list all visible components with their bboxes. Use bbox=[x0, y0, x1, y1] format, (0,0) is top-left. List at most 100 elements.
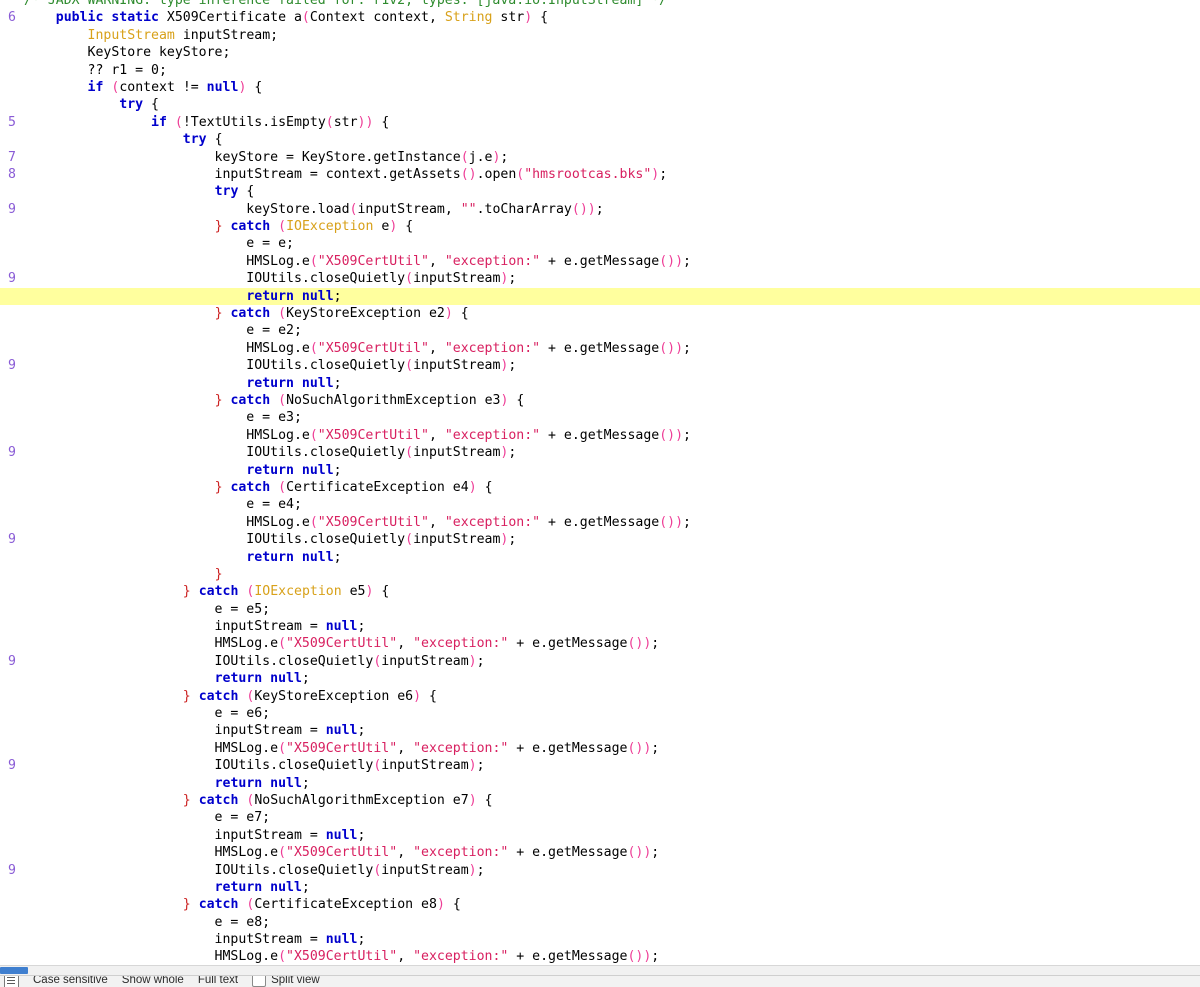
code-line[interactable]: 9 IOUtils.closeQuietly(inputStream); bbox=[0, 757, 1200, 774]
code-text: try { bbox=[24, 131, 223, 148]
horizontal-scrollbar[interactable] bbox=[0, 965, 1200, 975]
code-line[interactable]: e = e6; bbox=[0, 705, 1200, 722]
token-pln: X509Certificate a bbox=[158, 10, 302, 26]
code-line[interactable]: 9 IOUtils.closeQuietly(inputStream); bbox=[0, 531, 1200, 548]
toolbar-option-2[interactable]: Full text bbox=[198, 976, 238, 986]
code-line[interactable]: HMSLog.e("X509CertUtil", "exception:" + … bbox=[0, 948, 1200, 965]
code-text: IOUtils.closeQuietly(inputStream); bbox=[24, 653, 485, 670]
token-pln: context != bbox=[119, 79, 207, 95]
token-pun: ) bbox=[468, 758, 477, 774]
code-line[interactable]: try { bbox=[0, 96, 1200, 113]
code-line[interactable]: HMSLog.e("X509CertUtil", "exception:" + … bbox=[0, 635, 1200, 652]
token-kw: return null bbox=[246, 375, 334, 391]
code-text: } catch (KeyStoreException e2) { bbox=[24, 305, 469, 322]
code-line[interactable]: HMSLog.e("X509CertUtil", "exception:" + … bbox=[0, 740, 1200, 757]
token-pln: { bbox=[476, 792, 493, 808]
checkbox-box[interactable] bbox=[252, 976, 267, 987]
token-pln: ; bbox=[357, 619, 366, 635]
token-pln: inputStream bbox=[413, 271, 501, 287]
token-pln: ; bbox=[333, 549, 342, 565]
code-line[interactable]: inputStream = null; bbox=[0, 722, 1200, 739]
token-pln bbox=[24, 880, 215, 895]
search-toolbar[interactable]: Case sensitive Show whole Full text Spli… bbox=[0, 975, 1200, 987]
code-text: return null; bbox=[24, 462, 341, 479]
code-text: try { bbox=[24, 183, 255, 200]
code-line[interactable]: inputStream = null; bbox=[0, 827, 1200, 844]
code-line[interactable]: e = e2; bbox=[0, 322, 1200, 339]
code-line[interactable]: return null; bbox=[0, 775, 1200, 792]
token-pun: ) bbox=[468, 862, 477, 878]
toolbar-option-1[interactable]: Show whole bbox=[122, 976, 184, 986]
token-pun: ) bbox=[444, 306, 453, 322]
code-line[interactable]: 9 IOUtils.closeQuietly(inputStream); bbox=[0, 444, 1200, 461]
code-line[interactable]: inputStream = null; bbox=[0, 931, 1200, 948]
code-line-highlighted[interactable]: return null; bbox=[0, 287, 1200, 306]
code-line[interactable]: } catch (IOException e) { bbox=[0, 218, 1200, 235]
code-line[interactable]: ?? r1 = 0; bbox=[0, 62, 1200, 79]
code-line[interactable]: HMSLog.e("X509CertUtil", "exception:" + … bbox=[0, 253, 1200, 270]
token-pln: !TextUtils.isEmpty bbox=[182, 114, 326, 130]
code-line[interactable]: } catch (NoSuchAlgorithmException e3) { bbox=[0, 392, 1200, 409]
code-line[interactable]: HMSLog.e("X509CertUtil", "exception:" + … bbox=[0, 427, 1200, 444]
code-editor[interactable]: /* JADX WARNING: type inference failed f… bbox=[0, 0, 1200, 965]
code-line[interactable]: } catch (CertificateException e8) { bbox=[0, 896, 1200, 913]
code-line[interactable]: } catch (KeyStoreException e2) { bbox=[0, 305, 1200, 322]
code-line[interactable]: return null; bbox=[0, 375, 1200, 392]
code-line[interactable]: e = e; bbox=[0, 235, 1200, 252]
token-kw: return null bbox=[214, 775, 302, 791]
code-line[interactable]: return null; bbox=[0, 670, 1200, 687]
code-line[interactable]: HMSLog.e("X509CertUtil", "exception:" + … bbox=[0, 340, 1200, 357]
code-line[interactable]: e = e8; bbox=[0, 914, 1200, 931]
token-pln: , bbox=[397, 740, 414, 756]
token-str: "X509CertUtil" bbox=[286, 636, 398, 652]
token-str: "X509CertUtil" bbox=[286, 845, 398, 861]
code-line[interactable]: 5 if (!TextUtils.isEmpty(str)) { bbox=[0, 114, 1200, 131]
code-line[interactable]: InputStream inputStream; bbox=[0, 27, 1200, 44]
code-line[interactable]: } catch (KeyStoreException e6) { bbox=[0, 688, 1200, 705]
code-line[interactable]: 9 keyStore.load(inputStream, "".toCharAr… bbox=[0, 201, 1200, 218]
token-pln bbox=[191, 793, 199, 808]
code-line[interactable]: 9 IOUtils.closeQuietly(inputStream); bbox=[0, 653, 1200, 670]
code-line[interactable]: try { bbox=[0, 131, 1200, 148]
code-line[interactable]: } catch (NoSuchAlgorithmException e7) { bbox=[0, 792, 1200, 809]
code-line[interactable]: e = e7; bbox=[0, 809, 1200, 826]
code-line[interactable]: try { bbox=[0, 183, 1200, 200]
token-pln: IOUtils.closeQuietly bbox=[24, 862, 374, 878]
token-pln: + e.getMessage bbox=[540, 340, 660, 356]
token-pln bbox=[191, 897, 199, 912]
code-line[interactable]: e = e4; bbox=[0, 496, 1200, 513]
token-pun: ( bbox=[460, 149, 469, 165]
code-line[interactable]: HMSLog.e("X509CertUtil", "exception:" + … bbox=[0, 514, 1200, 531]
code-line[interactable]: /* JADX WARNING: type inference failed f… bbox=[0, 0, 1200, 9]
code-line[interactable]: e = e3; bbox=[0, 409, 1200, 426]
code-line[interactable]: HMSLog.e("X509CertUtil", "exception:" + … bbox=[0, 844, 1200, 861]
code-line[interactable]: } catch (CertificateException e4) { bbox=[0, 479, 1200, 496]
code-line[interactable]: if (context != null) { bbox=[0, 79, 1200, 96]
token-typ: IOException bbox=[286, 219, 374, 235]
code-line[interactable]: 8 inputStream = context.getAssets().open… bbox=[0, 166, 1200, 183]
token-pln: + e.getMessage bbox=[540, 514, 660, 530]
scrollbar-thumb[interactable] bbox=[0, 967, 28, 974]
token-str: "X509CertUtil" bbox=[317, 253, 429, 269]
code-line[interactable]: return null; bbox=[0, 549, 1200, 566]
code-line[interactable]: } bbox=[0, 566, 1200, 583]
code-line[interactable]: } catch (IOException e5) { bbox=[0, 583, 1200, 600]
token-pln bbox=[24, 184, 215, 199]
code-line[interactable]: 7 keyStore = KeyStore.getInstance(j.e); bbox=[0, 149, 1200, 166]
line-number: 9 bbox=[8, 358, 16, 374]
code-text: HMSLog.e("X509CertUtil", "exception:" + … bbox=[24, 635, 660, 652]
code-line[interactable]: 6 public static X509Certificate a(Contex… bbox=[0, 9, 1200, 26]
code-line[interactable]: KeyStore keyStore; bbox=[0, 44, 1200, 61]
code-line[interactable]: 9 IOUtils.closeQuietly(inputStream); bbox=[0, 862, 1200, 879]
code-line[interactable]: return null; bbox=[0, 462, 1200, 479]
token-pun: ) bbox=[436, 897, 445, 913]
code-line[interactable]: 9 IOUtils.closeQuietly(inputStream); bbox=[0, 357, 1200, 374]
code-line[interactable]: 9 IOUtils.closeQuietly(inputStream); bbox=[0, 270, 1200, 287]
code-line[interactable]: e = e5; bbox=[0, 601, 1200, 618]
toolbar-option-0[interactable]: Case sensitive bbox=[33, 976, 108, 986]
code-line[interactable]: inputStream = null; bbox=[0, 618, 1200, 635]
token-pln: .toCharArray bbox=[476, 201, 572, 217]
token-pun: ()) bbox=[659, 514, 684, 530]
code-line[interactable]: return null; bbox=[0, 879, 1200, 896]
split-view-checkbox[interactable]: Split view bbox=[252, 976, 320, 987]
